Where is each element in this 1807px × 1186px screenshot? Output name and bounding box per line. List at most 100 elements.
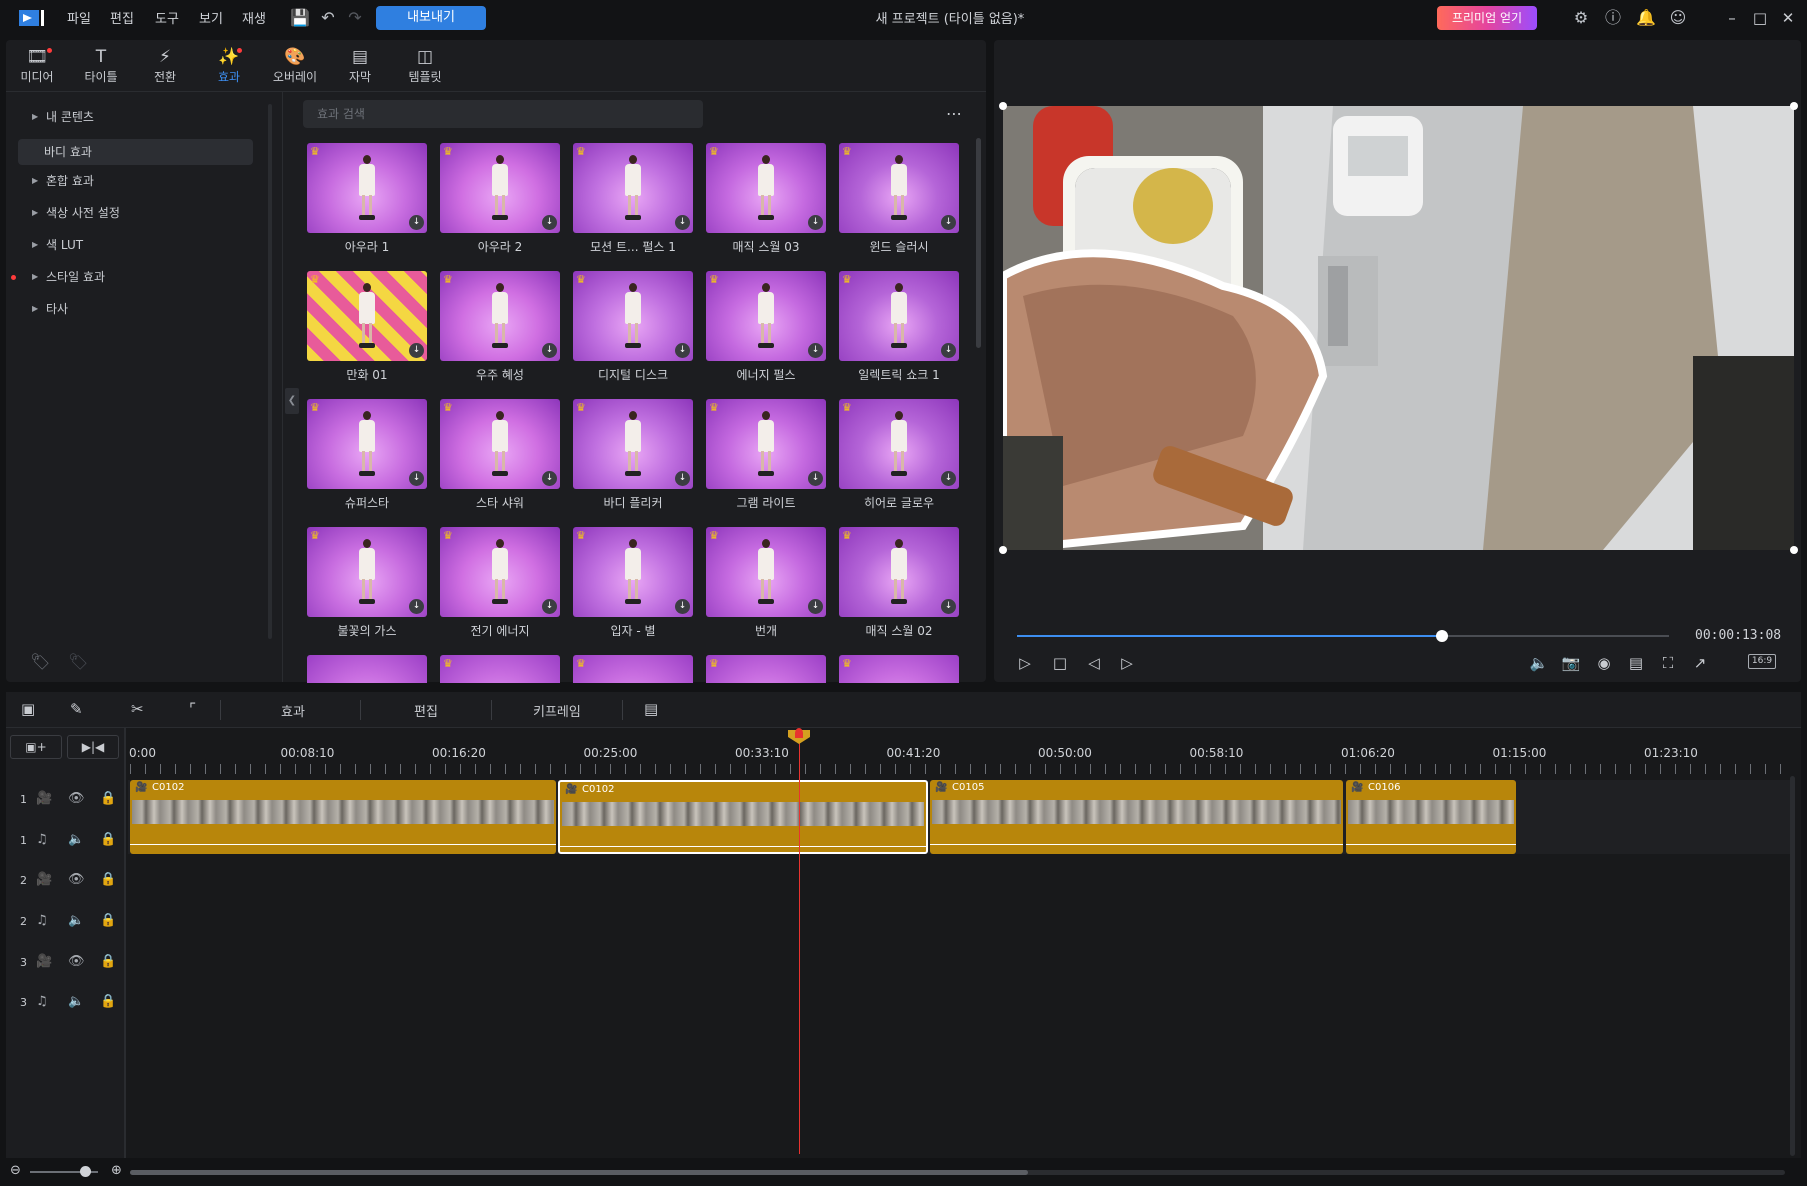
lock-icon[interactable]: 🔒 <box>100 872 116 887</box>
stop-icon[interactable]: □ <box>1049 652 1071 674</box>
download-icon[interactable]: ↓ <box>808 599 823 614</box>
sidebar-item-body-effects[interactable]: 바디 효과 <box>18 139 253 165</box>
mute-icon[interactable]: 🔈 <box>68 832 84 847</box>
effect-thumbnail[interactable]: ♛ ↓ <box>839 143 959 233</box>
visibility-icon[interactable]: 👁 <box>68 872 85 887</box>
transform-handle[interactable] <box>999 102 1007 110</box>
effect-thumbnail[interactable]: ♛ <box>573 655 693 683</box>
mute-icon[interactable]: 🔈 <box>68 913 84 928</box>
timeline-scrollbar-thumb[interactable] <box>130 1170 1028 1175</box>
transform-handle[interactable] <box>1790 546 1798 554</box>
effect-thumbnail[interactable] <box>307 655 427 683</box>
effect-thumbnail[interactable]: ♛ ↓ <box>573 271 693 361</box>
download-icon[interactable]: ↓ <box>675 599 690 614</box>
pop-out-icon[interactable]: ↗ <box>1689 652 1711 674</box>
download-icon[interactable]: ↓ <box>808 343 823 358</box>
download-icon[interactable]: ↓ <box>941 471 956 486</box>
effect-thumbnail[interactable]: ♛ ↓ <box>706 527 826 617</box>
sidebar-scrollbar[interactable] <box>268 104 272 639</box>
play-icon[interactable]: ▷ <box>1014 652 1036 674</box>
menu-tools[interactable]: 도구 <box>155 8 179 27</box>
download-icon[interactable]: ↓ <box>542 343 557 358</box>
sidebar-item-my-content[interactable]: ▶ 내 콘텐츠 <box>18 104 253 130</box>
notification-icon[interactable]: 🔔 <box>1636 8 1656 28</box>
effect-thumbnail[interactable]: ♛ ↓ <box>839 399 959 489</box>
close-icon[interactable]: ✕ <box>1778 8 1798 28</box>
download-icon[interactable]: ↓ <box>542 471 557 486</box>
settings-icon[interactable]: ⚙ <box>1571 8 1591 28</box>
visibility-icon[interactable]: 👁 <box>68 954 85 969</box>
video-preview[interactable] <box>1003 106 1794 550</box>
tab-title[interactable]: T 타이틀 <box>71 46 131 85</box>
menu-edit[interactable]: 편집 <box>110 8 134 27</box>
effect-thumbnail[interactable]: ♛ ↓ <box>706 399 826 489</box>
download-icon[interactable]: ↓ <box>409 215 424 230</box>
tab-overlay[interactable]: 🎨 오버레이 <box>265 46 325 85</box>
zoom-out-icon[interactable]: ⊖ <box>10 1163 21 1178</box>
effect-thumbnail[interactable]: ♛ <box>839 655 959 683</box>
effect-thumbnail[interactable]: ♛ ↓ <box>706 143 826 233</box>
timeline-effects-button[interactable]: 효과 <box>281 701 305 720</box>
zoom-fit-icon[interactable]: ⛶ <box>1657 652 1679 674</box>
download-icon[interactable]: ↓ <box>675 215 690 230</box>
effect-thumbnail[interactable]: ♛ ↓ <box>440 271 560 361</box>
undo-icon[interactable]: ↶ <box>318 8 338 28</box>
snap-icon[interactable]: ▶|◀ <box>67 735 119 759</box>
subtitle-toggle-icon[interactable]: ▤ <box>1625 652 1647 674</box>
download-icon[interactable]: ↓ <box>808 215 823 230</box>
split-tool-icon[interactable]: ✂ <box>131 700 144 718</box>
effect-thumbnail[interactable]: ♛ ↓ <box>706 271 826 361</box>
zoom-slider-knob[interactable] <box>80 1166 91 1177</box>
zoom-in-icon[interactable]: ⊕ <box>111 1163 122 1178</box>
effect-thumbnail[interactable]: ♛ <box>440 655 560 683</box>
sidebar-item-color-lut[interactable]: ▶ 색 LUT <box>18 232 253 258</box>
help-icon[interactable]: ⓘ <box>1603 8 1623 28</box>
effect-thumbnail[interactable]: ♛ ↓ <box>307 527 427 617</box>
download-icon[interactable]: ↓ <box>409 599 424 614</box>
next-frame-icon[interactable]: ▷ <box>1116 652 1138 674</box>
account-icon[interactable]: ☺ <box>1668 8 1688 28</box>
previous-frame-icon[interactable]: ◁ <box>1083 652 1105 674</box>
snapshot-icon[interactable]: 📷 <box>1560 652 1582 674</box>
download-icon[interactable]: ↓ <box>675 343 690 358</box>
save-icon[interactable]: 💾 <box>290 8 310 28</box>
sidebar-item-style-effects[interactable]: ▶ 스타일 효과 <box>11 264 253 290</box>
download-icon[interactable]: ↓ <box>409 471 424 486</box>
timeline-edit-button[interactable]: 편집 <box>414 701 438 720</box>
timeline-clip[interactable]: 🎥 C0105 <box>930 780 1343 854</box>
sidebar-item-blend-effects[interactable]: ▶ 혼합 효과 <box>18 168 253 194</box>
tab-media[interactable]: 🎞 미디어 <box>7 46 67 85</box>
transform-handle[interactable] <box>1790 102 1798 110</box>
effect-thumbnail[interactable]: ♛ ↓ <box>307 399 427 489</box>
download-icon[interactable]: ↓ <box>675 471 690 486</box>
lock-icon[interactable]: 🔒 <box>100 832 116 847</box>
crop-tool-icon[interactable]: ⌜ <box>189 700 196 718</box>
select-tool-icon[interactable]: ▣ <box>21 700 35 718</box>
tab-transition[interactable]: ⚡ 전환 <box>135 46 195 85</box>
export-button[interactable]: 내보내기 <box>376 6 486 30</box>
effects-grid-scrollbar[interactable] <box>976 138 981 348</box>
timeline-clip[interactable]: 🎥 C0102 <box>130 780 556 854</box>
aspect-ratio-button[interactable]: 16:9 <box>1748 654 1776 669</box>
visibility-icon[interactable]: 👁 <box>68 791 85 806</box>
timeline-clip[interactable]: 🎥 C0106 <box>1346 780 1516 854</box>
pen-tool-icon[interactable]: ✎ <box>70 700 83 718</box>
edit-tag-icon[interactable]: 🏷 <box>68 652 88 671</box>
render-preview-icon[interactable]: ◉ <box>1593 652 1615 674</box>
playhead-marker-icon[interactable] <box>795 728 803 738</box>
effect-thumbnail[interactable]: ♛ ↓ <box>440 399 560 489</box>
more-options-icon[interactable]: ⋯ <box>946 104 962 123</box>
menu-view[interactable]: 보기 <box>199 8 223 27</box>
effect-thumbnail[interactable]: ♛ ↓ <box>307 143 427 233</box>
timeline-vertical-scrollbar[interactable] <box>1790 776 1795 1156</box>
tab-effects[interactable]: ✨ 효과 <box>199 46 259 85</box>
lock-icon[interactable]: 🔒 <box>100 994 116 1009</box>
download-icon[interactable]: ↓ <box>409 343 424 358</box>
download-icon[interactable]: ↓ <box>542 599 557 614</box>
effect-thumbnail[interactable]: ♛ ↓ <box>573 143 693 233</box>
maximize-icon[interactable]: □ <box>1750 8 1770 28</box>
tab-subtitle[interactable]: ▤ 자막 <box>330 46 390 85</box>
menu-file[interactable]: 파일 <box>67 8 91 27</box>
download-icon[interactable]: ↓ <box>941 343 956 358</box>
sidebar-item-color-presets[interactable]: ▶ 색상 사전 설정 <box>18 200 253 226</box>
